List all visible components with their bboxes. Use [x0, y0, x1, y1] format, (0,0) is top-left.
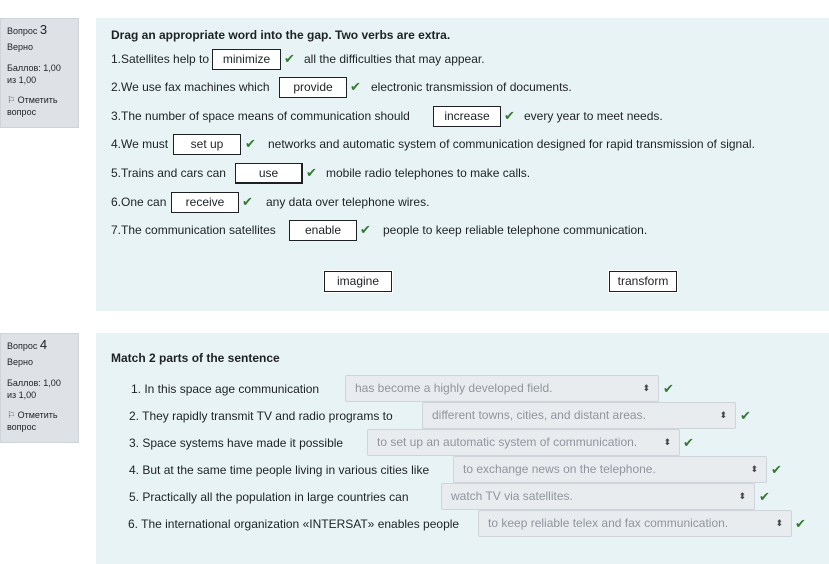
q3-s3-gap[interactable]: increase [433, 106, 501, 127]
updown-arrow-icon: ⬍ [719, 410, 727, 420]
q4-row1-select[interactable]: has become a highly developed field. ⬍ [345, 375, 659, 402]
q4-row5-selected: watch TV via satellites. [451, 489, 573, 503]
check-icon: ✔ [740, 408, 751, 423]
q4-row2-stem: 2. They rapidly transmit TV and radio pr… [129, 409, 393, 423]
q3-s5-after: mobile radio telephones to make calls. [326, 166, 531, 180]
q3-s7-after: people to keep reliable telephone commun… [383, 223, 648, 237]
q3-drag-word-imagine[interactable]: imagine [323, 270, 393, 293]
q4-info-panel: Вопрос 4 Верно Баллов: 1,00 из 1,00 ⚐ От… [0, 333, 79, 443]
q4-state: Верно [7, 357, 33, 367]
check-icon: ✔ [242, 194, 253, 209]
q3-s1-gap[interactable]: minimize [212, 49, 281, 70]
updown-arrow-icon: ⬍ [750, 464, 758, 474]
check-icon: ✔ [350, 79, 361, 94]
q3-flag-label: Отметить вопрос [7, 95, 58, 117]
q3-s5-gap[interactable]: use [235, 163, 303, 184]
q4-row3-select[interactable]: to set up an automatic system of communi… [367, 429, 680, 456]
q3-number-value: 3 [39, 22, 48, 37]
updown-arrow-icon: ⬍ [642, 383, 650, 393]
q3-s6-gap[interactable]: receive [171, 192, 239, 213]
q3-s4-gap[interactable]: set up [173, 134, 241, 155]
q4-row1-selected: has become a highly developed field. [355, 381, 553, 395]
q3-s7-before: 7.The communication satellites [111, 223, 276, 237]
q3-drag-word-transform[interactable]: transform [608, 270, 678, 293]
check-icon: ✔ [795, 516, 806, 531]
q4-row5-select[interactable]: watch TV via satellites. ⬍ [441, 483, 755, 510]
q4-row6-stem: 6. The international organization «INTER… [128, 517, 460, 531]
check-icon: ✔ [683, 435, 694, 450]
q4-row4-selected: to exchange news on the telephone. [463, 462, 656, 476]
q3-s1-after: all the difficulties that may appear. [304, 52, 485, 66]
q4-number: Вопрос 4 [7, 337, 72, 352]
q4-grade: Баллов: 1,00 из 1,00 [7, 378, 61, 400]
q3-s2-before: 2.We use fax machines which [111, 80, 270, 94]
q3-number: Вопрос 3 [7, 22, 72, 37]
check-icon: ✔ [771, 462, 782, 477]
check-icon: ✔ [759, 489, 770, 504]
q3-s5-before: 5.Trains and cars can [111, 166, 226, 180]
q4-row2-selected: different towns, cities, and distant are… [432, 408, 646, 422]
q3-s3-before: 3.The number of space means of communica… [111, 109, 410, 123]
q3-s4-before: 4.We must [111, 137, 169, 151]
q3-s6-after: any data over telephone wires. [266, 195, 430, 209]
q4-flag-link[interactable]: ⚐ Отметить вопрос [7, 409, 72, 433]
q4-row2-select[interactable]: different towns, cities, and distant are… [422, 402, 736, 429]
q4-row6-select[interactable]: to keep reliable telex and fax communica… [478, 510, 792, 537]
q4-row3-selected: to set up an automatic system of communi… [377, 435, 638, 449]
check-icon: ✔ [504, 108, 515, 123]
q3-s6-before: 6.One can [111, 195, 167, 209]
q4-row4-stem: 4. But at the same time people living in… [129, 463, 430, 477]
check-icon: ✔ [245, 136, 256, 151]
q4-row1-stem: 1. In this space age communication [131, 382, 320, 396]
updown-arrow-icon: ⬍ [775, 518, 783, 528]
check-icon: ✔ [284, 51, 295, 66]
q4-flag-label: Отметить вопрос [7, 410, 58, 432]
q3-grade: Баллов: 1,00 из 1,00 [7, 63, 61, 85]
flag-icon: ⚐ [7, 410, 16, 420]
q3-s2-gap[interactable]: provide [279, 77, 347, 98]
q3-state: Верно [7, 42, 33, 52]
check-icon: ✔ [360, 222, 371, 237]
check-icon: ✔ [306, 165, 317, 180]
q3-s1-before: 1.Satellites help to [111, 52, 210, 66]
q3-flag-link[interactable]: ⚐ Отметить вопрос [7, 94, 72, 118]
flag-icon: ⚐ [7, 95, 16, 105]
q3-s7-gap[interactable]: enable [289, 220, 357, 241]
q3-prompt: Drag an appropriate word into the gap. T… [111, 28, 451, 42]
q4-number-label: Вопрос [7, 341, 38, 351]
q3-number-label: Вопрос [7, 26, 38, 36]
updown-arrow-icon: ⬍ [663, 437, 671, 447]
check-icon: ✔ [663, 381, 674, 396]
q4-number-value: 4 [39, 337, 48, 352]
q4-row6-selected: to keep reliable telex and fax communica… [488, 516, 729, 530]
updown-arrow-icon: ⬍ [738, 491, 746, 501]
q4-row3-stem: 3. Space systems have made it possible [129, 436, 344, 450]
q4-row4-select[interactable]: to exchange news on the telephone. ⬍ [453, 456, 767, 483]
q4-row5-stem: 5. Practically all the population in lar… [129, 490, 409, 504]
q3-s3-after: every year to meet needs. [524, 109, 663, 123]
q4-prompt: Match 2 parts of the sentence [111, 351, 280, 365]
q3-s2-after: electronic transmission of documents. [371, 80, 572, 94]
q3-s4-after: networks and automatic system of communi… [268, 137, 755, 151]
q3-info-panel: Вопрос 3 Верно Баллов: 1,00 из 1,00 ⚐ От… [0, 18, 79, 128]
